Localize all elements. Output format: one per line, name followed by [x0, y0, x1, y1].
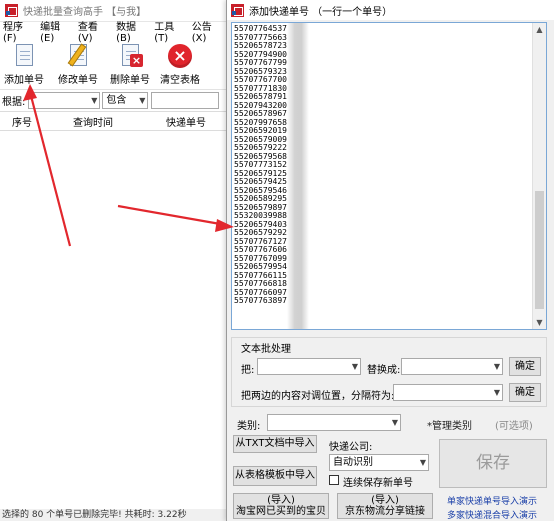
delete-icon: × [117, 43, 143, 69]
tracking-number-line: 55707763897 [234, 296, 287, 305]
search-by-label: 根据: [2, 97, 26, 108]
save-button[interactable]: 保存 [439, 439, 547, 488]
dialog-titlebar: 添加快递单号 （一行一个单号） [227, 0, 554, 20]
import-txt-button[interactable]: 从TXT文档中导入 [233, 435, 317, 453]
chevron-down-icon: ▼ [139, 96, 146, 105]
replace-from-select[interactable]: ▼ [257, 358, 361, 375]
redaction-blur [287, 23, 309, 329]
search-input[interactable] [151, 92, 220, 109]
courier-label: 快递公司: [329, 442, 373, 453]
scrollbar-thumb[interactable] [535, 191, 544, 309]
scroll-up-icon[interactable]: ▲ [533, 23, 546, 36]
save-new-label: 连续保存新单号 [343, 478, 413, 489]
manage-category-link[interactable]: *管理类别 [427, 417, 472, 432]
add-number-button[interactable]: 添加单号 [4, 43, 44, 86]
courier-value: 自动识别 [333, 457, 373, 468]
clear-table-button[interactable]: × 清空表格 [160, 43, 200, 86]
delete-number-button[interactable]: × 删除单号 [110, 43, 150, 86]
screen: 快递批量查询高手 【与我】 程序(F) 编辑(E) 查看(V) 数据(B) 工具… [0, 0, 554, 521]
column-index[interactable]: 序号 [0, 114, 44, 129]
swap-label: 把两边的内容对调位置，分隔符为: [241, 391, 395, 402]
main-window: 快递批量查询高手 【与我】 程序(F) 编辑(E) 查看(V) 数据(B) 工具… [0, 0, 230, 521]
replace-to-label: 替换成: [367, 365, 401, 376]
swap-separator-select[interactable]: ▼ [393, 384, 503, 401]
column-query-time[interactable]: 查询时间 [44, 114, 142, 129]
import-jd-button[interactable]: (导入) 京东物流分享链接 [337, 493, 433, 519]
dialog-title: 添加快递单号 （一行一个单号） [249, 6, 393, 18]
import-taobao-title: (导入) [267, 495, 295, 506]
courier-select[interactable]: 自动识别 ▼ [329, 454, 429, 471]
category-select[interactable]: ▼ [267, 414, 401, 431]
vertical-scrollbar[interactable]: ▲ ▼ [532, 23, 546, 329]
main-toolbar: 添加单号 修改单号 × 删除单号 × 清空表格 [0, 39, 230, 89]
search-field-select[interactable]: ▼ [28, 92, 101, 109]
clear-table-label: 清空表格 [160, 75, 200, 86]
document-icon [11, 43, 37, 69]
main-title: 快递批量查询高手 【与我】 [23, 7, 147, 18]
replace-ok-button[interactable]: 确定 [509, 357, 541, 376]
replace-to-select[interactable]: ▼ [401, 358, 503, 375]
delete-number-label: 删除单号 [110, 75, 150, 86]
import-table-button[interactable]: 从表格模板中导入 [233, 466, 317, 486]
chevron-down-icon: ▼ [91, 96, 98, 105]
add-number-label: 添加单号 [4, 75, 44, 86]
mixed-courier-demo-link[interactable]: 多家快递混合导入演示 [447, 508, 537, 521]
import-taobao-button[interactable]: (导入) 淘宝网已买到的宝贝 [233, 493, 329, 519]
menu-notice[interactable]: 公告(X) [192, 18, 225, 44]
tracking-numbers-textarea[interactable]: 55707764537 55707775663 55206578723 5520779… [231, 22, 547, 330]
optional-hint: (可选项) [495, 421, 533, 432]
swap-ok-button[interactable]: 确定 [509, 383, 541, 402]
app-icon [231, 3, 244, 17]
scroll-down-icon[interactable]: ▼ [533, 316, 546, 329]
chevron-down-icon: ▼ [493, 362, 500, 371]
text-batch-title: 文本批处理 [239, 340, 293, 355]
match-mode-value: 包含 [106, 95, 127, 106]
single-courier-demo-link[interactable]: 单家快递单号导入演示 [447, 494, 537, 507]
column-tracking-number[interactable]: 快递单号 [142, 114, 230, 129]
menu-program[interactable]: 程序(F) [3, 18, 35, 44]
edit-icon [65, 43, 91, 69]
clear-icon: × [167, 43, 193, 69]
table-header: 序号 查询时间 快递单号 [0, 111, 230, 131]
tracking-numbers-list: 55707764537 55707775663 55206578723 5520779… [234, 24, 287, 306]
chevron-down-icon: ▼ [493, 388, 500, 397]
status-bar: 选择的 80 个单号已删除完毕! 共耗时: 3.22秒 [0, 509, 230, 521]
menu-view[interactable]: 查看(V) [78, 18, 111, 44]
menu-edit[interactable]: 编辑(E) [40, 18, 73, 44]
import-jd-label: 京东物流分享链接 [345, 506, 425, 517]
replace-from-label: 把: [241, 365, 255, 376]
import-jd-title: (导入) [371, 495, 399, 506]
menu-tools[interactable]: 工具(T) [154, 18, 187, 44]
match-mode-select[interactable]: 包含 ▼ [102, 92, 149, 109]
category-label: 类别: [237, 421, 261, 432]
chevron-down-icon: ▼ [419, 458, 426, 467]
menu-data[interactable]: 数据(B) [116, 18, 149, 44]
edit-number-label: 修改单号 [58, 75, 98, 86]
menu-bar: 程序(F) 编辑(E) 查看(V) 数据(B) 工具(T) 公告(X) [0, 22, 230, 44]
chevron-down-icon: ▼ [391, 418, 398, 427]
app-icon [5, 4, 18, 17]
import-taobao-label: 淘宝网已买到的宝贝 [236, 506, 326, 517]
save-new-checkbox[interactable] [329, 475, 339, 485]
chevron-down-icon: ▼ [351, 362, 358, 371]
add-number-dialog: 添加快递单号 （一行一个单号） 55707764537 55707775663 55… [226, 0, 554, 521]
edit-number-button[interactable]: 修改单号 [58, 43, 98, 86]
search-row: 根据: ▼ 包含 ▼ [0, 89, 230, 111]
